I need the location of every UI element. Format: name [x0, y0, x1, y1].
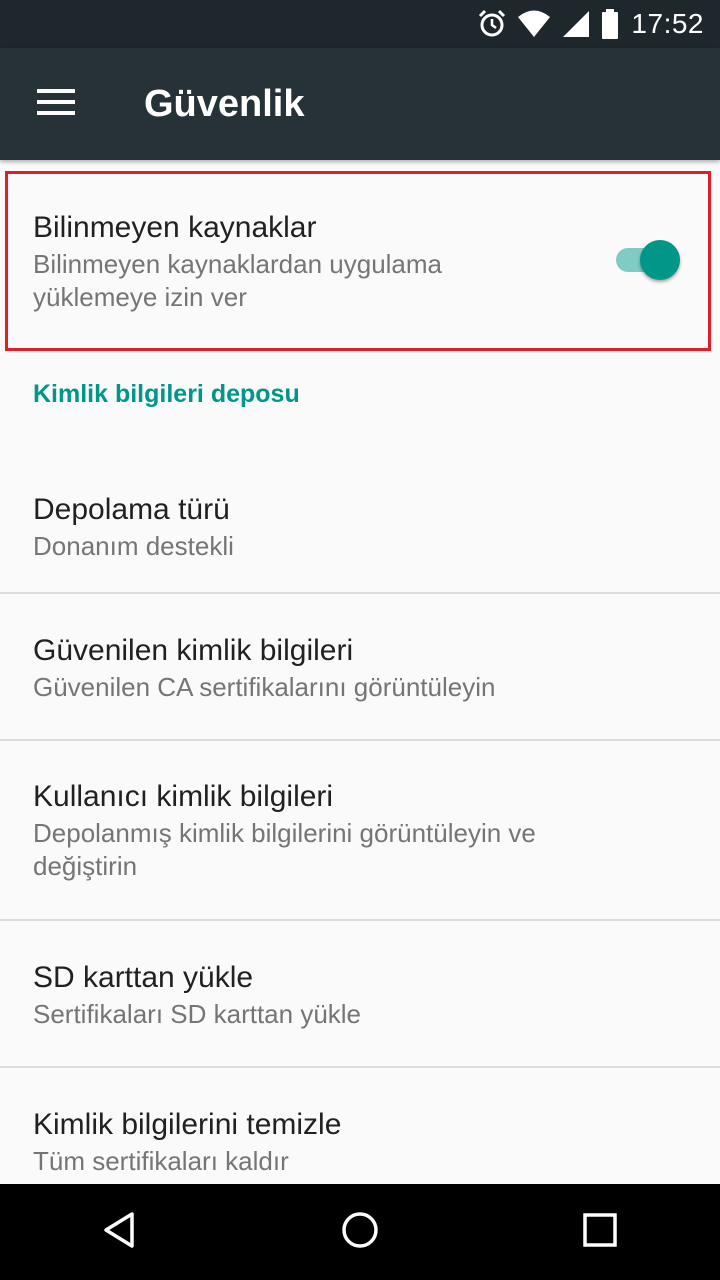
clear-credentials-item[interactable]: Kimlik bilgilerini temizle Tüm sertifika…: [0, 1068, 720, 1184]
trusted-credentials-title: Güvenilen kimlik bilgileri: [33, 633, 354, 667]
status-bar: 17:52: [0, 0, 720, 48]
alarm-icon: [477, 9, 507, 39]
settings-list: Bilinmeyen kaynaklar Bilinmeyen kaynakla…: [0, 160, 720, 1184]
wifi-icon: [517, 10, 551, 38]
home-icon: [340, 1210, 380, 1255]
user-credentials-summary-line2: değiştirin: [33, 851, 138, 881]
navigation-bar: [0, 1184, 720, 1280]
unknown-sources-setting[interactable]: Bilinmeyen kaynaklar Bilinmeyen kaynakla…: [0, 172, 720, 350]
unknown-sources-title: Bilinmeyen kaynaklar: [33, 211, 317, 244]
trusted-credentials-item[interactable]: Güvenilen kimlik bilgileri Güvenilen CA …: [0, 594, 720, 740]
page-title: Güvenlik: [144, 82, 305, 125]
recents-button[interactable]: [540, 1184, 660, 1280]
back-button[interactable]: [60, 1184, 180, 1280]
clear-credentials-summary: Tüm sertifikaları kaldır: [33, 1145, 289, 1176]
toggle-thumb: [640, 240, 680, 280]
unknown-sources-toggle[interactable]: [614, 234, 684, 286]
menu-button[interactable]: [0, 48, 112, 160]
user-credentials-title: Kullanıcı kimlik bilgileri: [33, 780, 334, 813]
install-from-sd-summary: Sertifikaları SD karttan yükle: [33, 998, 362, 1029]
user-credentials-summary-line1: Depolanmış kimlik bilgilerini görüntüley…: [33, 818, 536, 848]
back-icon: [100, 1210, 140, 1255]
credential-storage-header: Kimlik bilgileri deposu: [33, 380, 300, 408]
hamburger-menu-icon: [37, 88, 75, 120]
recents-icon: [582, 1212, 618, 1253]
app-bar: Güvenlik: [0, 48, 720, 160]
user-credentials-item[interactable]: Kullanıcı kimlik bilgileri Depolanmış ki…: [0, 741, 720, 919]
storage-type-summary: Donanım destekli: [33, 530, 234, 561]
battery-icon: [601, 9, 619, 39]
unknown-sources-summary-line1: Bilinmeyen kaynaklardan uygulama: [33, 249, 443, 279]
clear-credentials-title: Kimlik bilgilerini temizle: [33, 1107, 342, 1141]
trusted-credentials-summary: Güvenilen CA sertifikalarını görüntüleyi…: [33, 671, 496, 702]
storage-type-title: Depolama türü: [33, 492, 230, 526]
storage-type-item[interactable]: Depolama türü Donanım destekli: [0, 460, 720, 592]
install-from-sd-title: SD karttan yükle: [33, 960, 254, 994]
status-time: 17:52: [631, 8, 704, 39]
unknown-sources-summary-line2: yüklemeye izin ver: [33, 282, 247, 312]
home-button[interactable]: [300, 1184, 420, 1280]
install-from-sd-item[interactable]: SD karttan yükle Sertifikaları SD kartta…: [0, 921, 720, 1067]
signal-icon: [561, 9, 591, 39]
